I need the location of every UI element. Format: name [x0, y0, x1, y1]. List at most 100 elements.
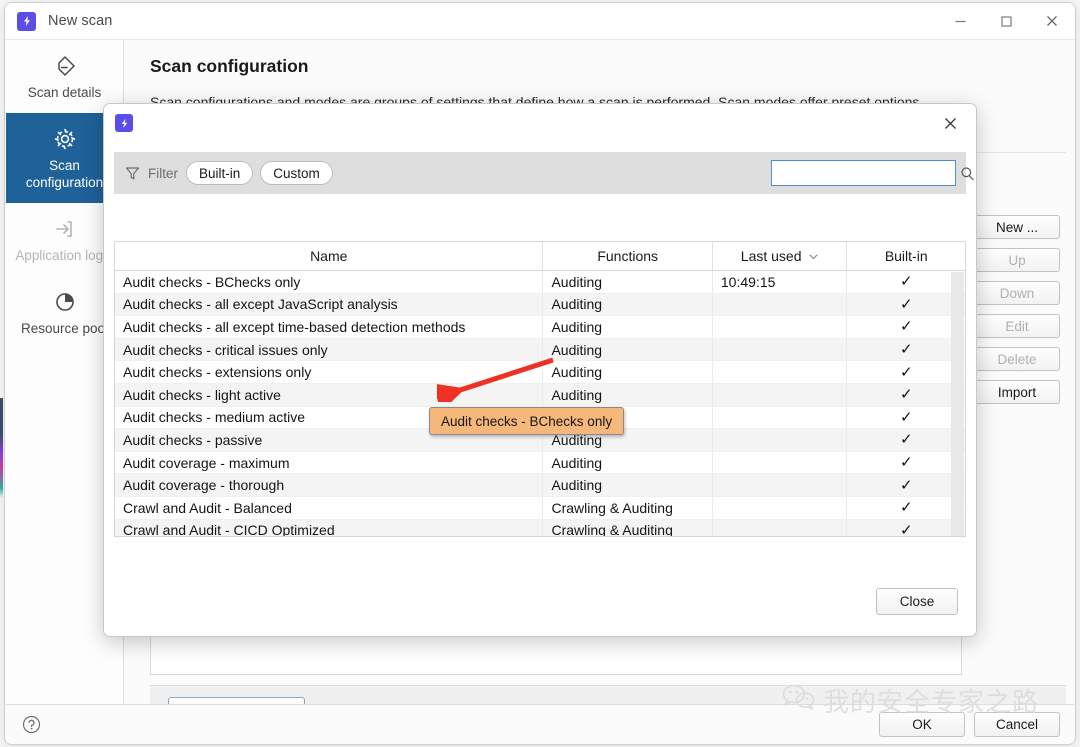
cell-last-used	[713, 293, 848, 316]
page-title: Scan configuration	[150, 56, 309, 76]
table-row[interactable]: Audit coverage - thorough Auditing ✓	[115, 474, 965, 497]
cell-name: Audit checks - all except JavaScript ana…	[115, 293, 544, 316]
filter-pill-built-in[interactable]: Built-in	[186, 161, 254, 185]
delete-button[interactable]: Delete	[974, 347, 1060, 371]
gear-icon	[12, 126, 117, 152]
up-button[interactable]: Up	[974, 248, 1060, 272]
funnel-icon	[124, 165, 141, 182]
new-button[interactable]: New ...	[974, 215, 1060, 239]
cell-name: Crawl and Audit - Balanced	[115, 496, 544, 519]
close-icon[interactable]	[1029, 3, 1075, 39]
cell-last-used	[713, 496, 848, 519]
column-header-last-used-label: Last used	[740, 248, 802, 264]
cell-built-in: ✓	[847, 407, 965, 429]
cell-name: Audit checks - BChecks only	[115, 271, 544, 293]
cell-functions: Auditing	[543, 271, 713, 293]
sidebar-item-label: Application login	[15, 248, 114, 263]
radar-icon	[12, 53, 117, 79]
search-input[interactable]	[780, 164, 960, 182]
cell-built-in: ✓	[847, 316, 965, 338]
table-row[interactable]: Audit checks - light active Auditing ✓	[115, 383, 965, 407]
cancel-button[interactable]: Cancel	[974, 712, 1060, 737]
cell-last-used	[713, 361, 848, 383]
cell-name: Audit coverage - thorough	[115, 474, 544, 496]
cell-functions: Auditing	[543, 293, 713, 316]
cell-last-used	[713, 316, 848, 338]
import-button[interactable]: Import	[974, 380, 1060, 404]
cell-name: Audit checks - all except time-based det…	[115, 316, 544, 338]
table-row[interactable]: Audit checks - all except JavaScript ana…	[115, 293, 965, 317]
column-header-name[interactable]: Name	[115, 242, 544, 270]
table-row[interactable]: Crawl and Audit - CICD Optimized Crawling…	[115, 519, 965, 536]
cell-functions: Auditing	[543, 383, 713, 406]
bolt-icon	[115, 114, 133, 132]
cell-functions: Auditing	[543, 361, 713, 383]
list-action-buttons: New ... Up Down Edit Delete Import	[974, 215, 1060, 404]
dialog-titlebar	[104, 104, 976, 142]
cell-built-in: ✓	[847, 361, 965, 383]
table-row[interactable]: Crawl and Audit - Balanced Crawling & Aud…	[115, 496, 965, 520]
cell-built-in: ✓	[847, 429, 965, 451]
edit-button[interactable]: Edit	[974, 314, 1060, 338]
cell-functions: Auditing	[543, 338, 713, 361]
cell-functions: Auditing	[543, 451, 713, 474]
table-row[interactable]: Audit checks - critical issues only Audit…	[115, 338, 965, 362]
bolt-icon	[17, 11, 36, 31]
check-icon: ✓	[899, 318, 913, 336]
cell-name: Audit checks - light active	[115, 383, 544, 406]
sidebar-item-label: Scan configuration	[25, 158, 104, 190]
cell-built-in: ✓	[847, 452, 965, 474]
table-row[interactable]: Audit checks - BChecks only Auditing 10:49…	[115, 271, 965, 294]
check-icon: ✓	[899, 295, 913, 313]
table-scrollbar-thumb[interactable]	[951, 272, 964, 536]
check-icon: ✓	[899, 341, 913, 359]
window-accent-strip	[0, 398, 3, 498]
column-header-built-in[interactable]: Built-in	[847, 242, 965, 270]
search-icon[interactable]	[960, 165, 975, 181]
cell-built-in: ✓	[847, 294, 965, 316]
cell-last-used	[713, 383, 848, 406]
filter-pill-custom[interactable]: Custom	[260, 161, 333, 185]
maximize-icon[interactable]	[983, 3, 1029, 39]
cell-last-used	[713, 451, 848, 474]
cell-functions: Crawling & Auditing	[543, 496, 713, 519]
cell-functions: Crawling & Auditing	[543, 519, 713, 536]
check-icon: ✓	[899, 273, 913, 291]
sidebar-item-scan-details[interactable]: Scan details	[6, 40, 123, 113]
table-row[interactable]: Audit coverage - maximum Auditing ✓	[115, 451, 965, 475]
dialog-close-button[interactable]: Close	[876, 588, 958, 615]
table-body: Audit checks - BChecks only Auditing 10:49…	[115, 271, 965, 536]
minimize-icon[interactable]	[937, 3, 983, 39]
table-row[interactable]: Audit checks - extensions only Auditing ✓	[115, 361, 965, 384]
cell-name: Crawl and Audit - CICD Optimized	[115, 519, 544, 536]
window-controls	[937, 3, 1075, 39]
ok-button[interactable]: OK	[879, 712, 965, 737]
cell-name: Audit checks - extensions only	[115, 361, 544, 383]
dialog-footer: Close	[104, 574, 976, 636]
cell-built-in: ✓	[847, 384, 965, 406]
cell-built-in: ✓	[847, 520, 965, 536]
cell-built-in: ✓	[847, 474, 965, 496]
window-title: New scan	[48, 13, 113, 29]
cell-name: Audit checks - critical issues only	[115, 338, 544, 361]
pie-chart-icon	[12, 289, 117, 315]
column-header-functions[interactable]: Functions	[543, 242, 713, 270]
question-mark-icon[interactable]	[22, 715, 41, 734]
filter-bar: Filter Built-in Custom	[114, 152, 974, 194]
cell-last-used	[713, 338, 848, 361]
table-scrollbar[interactable]	[951, 272, 964, 536]
search-box[interactable]	[771, 160, 974, 186]
window-titlebar: New scan	[5, 3, 1075, 39]
cell-built-in: ✓	[847, 339, 965, 361]
check-icon: ✓	[899, 499, 913, 517]
check-icon: ✓	[899, 476, 913, 494]
cell-last-used	[713, 519, 848, 536]
dialog-close-icon[interactable]	[938, 111, 962, 135]
cell-built-in: ✓	[847, 497, 965, 519]
cell-functions: Auditing	[543, 474, 713, 496]
screen-root: New scan Scan details Scan configuration…	[0, 0, 1080, 747]
table-row[interactable]: Audit checks - all except time-based det…	[115, 316, 965, 339]
column-header-last-used[interactable]: Last used	[713, 242, 848, 270]
down-button[interactable]: Down	[974, 281, 1060, 305]
configuration-table: Name Functions Last used Built-in Audit …	[114, 241, 966, 537]
